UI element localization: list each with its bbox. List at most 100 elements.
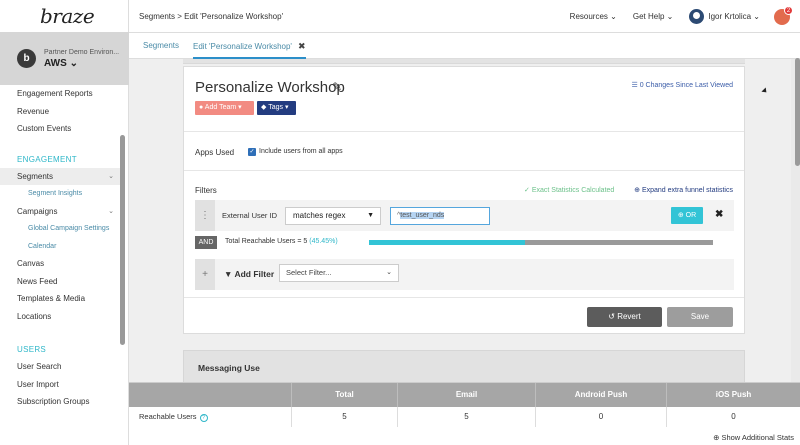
or-button[interactable]: ⊕ OR xyxy=(671,207,703,224)
sidebar-item-global-campaign-settings[interactable]: Global Campaign Settings xyxy=(0,220,120,238)
breadcrumb[interactable]: Segments > Edit 'Personalize Workshop' xyxy=(139,12,283,21)
user-avatar-icon[interactable] xyxy=(689,9,705,24)
operator-value: matches regex xyxy=(293,211,346,220)
workspace-switcher[interactable]: b Partner Demo Environ... AWS ⌄ xyxy=(0,32,129,85)
col-android-push: Android Push xyxy=(535,383,666,407)
sidebar-item-subscription-groups[interactable]: Subscription Groups xyxy=(0,393,120,411)
close-icon[interactable]: ✖ xyxy=(298,41,306,51)
revert-label: Revert xyxy=(617,312,641,321)
sidebar-item-canvas[interactable]: Canvas xyxy=(0,255,120,273)
add-filter-row: + ▼ Add Filter Select Filter... ⌄ xyxy=(195,259,734,290)
list-icon: ☰ xyxy=(631,82,638,89)
chevron-down-icon: ⌄ xyxy=(666,12,674,21)
get-help-label: Get Help xyxy=(632,12,665,21)
revert-button[interactable]: ↺ Revert xyxy=(587,307,662,327)
exact-stats-label: Exact Statistics Calculated xyxy=(531,187,615,194)
add-filter-label: ▼ Add Filter xyxy=(224,269,274,279)
sidebar-item-revenue[interactable]: Revenue xyxy=(0,103,120,121)
resources-menu[interactable]: Resources ⌄ xyxy=(570,12,617,21)
add-team-button[interactable]: ● Add Team ▾ xyxy=(195,101,254,115)
tags-label: Tags xyxy=(268,104,284,111)
progress-fill xyxy=(369,240,526,245)
tags-button[interactable]: ◆ Tags ▾ xyxy=(257,101,296,115)
sidebar-item-segment-insights[interactable]: Segment Insights xyxy=(0,185,120,203)
sidebar-item-engagement-reports[interactable]: Engagement Reports xyxy=(0,85,120,103)
caret-down-icon: ▾ xyxy=(238,104,242,111)
sidebar-scrollbar[interactable] xyxy=(120,135,125,345)
include-all-apps-label[interactable]: Include users from all apps xyxy=(259,148,343,155)
changes-label: 0 Changes Since Last Viewed xyxy=(639,82,733,89)
include-all-apps-checkbox[interactable]: ✓ xyxy=(248,148,256,156)
sidebar-item-campaigns[interactable]: Campaigns ⌄ xyxy=(0,203,120,221)
resources-label: Resources xyxy=(569,12,608,21)
add-team-label: Add Team xyxy=(204,104,237,111)
sidebar-item-label: Segments xyxy=(17,171,54,181)
reachable-users-summary: Total Reachable Users = 5 (45.45%) xyxy=(225,238,338,245)
sidebar-item-templates-media[interactable]: Templates & Media xyxy=(0,290,120,308)
show-additional-stats-label: Show Additional Stats xyxy=(721,433,794,442)
show-additional-stats-link[interactable]: ⊕ Show Additional Stats xyxy=(713,433,794,442)
tab-edit-segment[interactable]: Edit 'Personalize Workshop' ✖ xyxy=(193,33,306,59)
segment-title: Personalize Workshop xyxy=(195,79,345,96)
exact-stats-status: ✓ Exact Statistics Calculated xyxy=(524,186,614,194)
operator-select[interactable]: matches regex ▼ xyxy=(285,207,381,225)
divider xyxy=(184,297,744,298)
sidebar-item-news-feed[interactable]: News Feed xyxy=(0,273,120,291)
expand-stats-label: Expand extra funnel statistics xyxy=(641,187,733,194)
check-icon: ✓ xyxy=(524,187,530,194)
notification-count-badge: 2 xyxy=(784,5,793,15)
divider xyxy=(184,170,744,171)
sidebar-item-user-search[interactable]: User Search xyxy=(0,358,120,376)
sidebar-item-user-import[interactable]: User Import xyxy=(0,376,120,394)
sidebar-item-custom-events[interactable]: Custom Events xyxy=(0,120,120,138)
sidebar-nav: Engagement Reports Revenue Custom Events… xyxy=(0,85,120,411)
save-button[interactable]: Save xyxy=(667,307,733,327)
expand-funnel-stats-link[interactable]: ⊕ Expand extra funnel statistics xyxy=(634,186,733,194)
notifications-bell-icon[interactable]: 2 xyxy=(774,5,793,25)
tag-icon: ◆ xyxy=(261,104,267,111)
stats-header-row: Total Email Android Push iOS Push xyxy=(129,383,800,407)
filter-icon: ▼ xyxy=(224,269,233,279)
user-menu[interactable]: Igor Krtolica ⌄ xyxy=(708,12,760,21)
card-top-edge xyxy=(183,59,745,64)
filter-attribute: External User ID xyxy=(222,211,278,220)
divider xyxy=(184,131,744,132)
tab-segments[interactable]: Segments xyxy=(143,33,179,59)
messaging-use-label: Messaging Use xyxy=(198,363,260,373)
regex-value-input[interactable]: ^test_user_nds xyxy=(390,207,490,225)
plus-icon[interactable]: + xyxy=(195,259,215,290)
braze-logo[interactable]: braze xyxy=(40,4,95,28)
info-icon[interactable]: ? xyxy=(199,414,208,422)
col-total: Total xyxy=(291,383,397,407)
sidebar-item-segments[interactable]: Segments ⌄ xyxy=(0,167,120,185)
add-filter-text: Add Filter xyxy=(234,269,275,279)
reachable-users-progress-bar xyxy=(369,240,713,245)
caret-down-icon: ▼ xyxy=(367,212,374,219)
get-help-menu[interactable]: Get Help ⌄ xyxy=(633,12,674,21)
reachable-users-percent: (45.45%) xyxy=(309,238,338,245)
undo-icon: ↺ xyxy=(608,312,615,321)
chevron-down-icon: ⌄ xyxy=(108,207,114,215)
reachable-users-row-label: Reachable Users? xyxy=(139,412,208,422)
chevron-down-icon: ⌄ xyxy=(69,57,78,69)
sidebar-item-calendar[interactable]: Calendar xyxy=(0,238,120,256)
reachable-users-text: Total Reachable Users = 5 xyxy=(225,238,308,245)
caret-down-icon: ▾ xyxy=(284,104,289,111)
and-badge: AND xyxy=(195,236,217,249)
changes-since-viewed[interactable]: ☰ 0 Changes Since Last Viewed xyxy=(631,81,733,89)
or-label: OR xyxy=(685,212,697,219)
remove-filter-icon[interactable]: ✖ xyxy=(715,209,723,220)
plus-circle-icon: ⊕ xyxy=(677,212,684,219)
select-filter-dropdown[interactable]: Select Filter... ⌄ xyxy=(279,264,399,282)
segment-editor-card: Personalize Workshop ✎ ☰ 0 Changes Since… xyxy=(183,66,745,334)
main-scrollbar[interactable] xyxy=(795,58,800,166)
pencil-icon[interactable]: ✎ xyxy=(332,80,342,94)
cell-android-push: 0 xyxy=(535,407,666,427)
sidebar: braze b Partner Demo Environ... AWS ⌄ En… xyxy=(0,0,129,445)
col-email: Email xyxy=(397,383,535,407)
chevron-down-icon: ⌄ xyxy=(753,12,760,21)
sidebar-item-locations[interactable]: Locations xyxy=(0,308,120,326)
user-name: Igor Krtolica xyxy=(708,12,752,21)
chevron-down-icon: ⌄ xyxy=(610,12,617,21)
drag-handle-icon[interactable]: ⋮ xyxy=(195,200,215,231)
